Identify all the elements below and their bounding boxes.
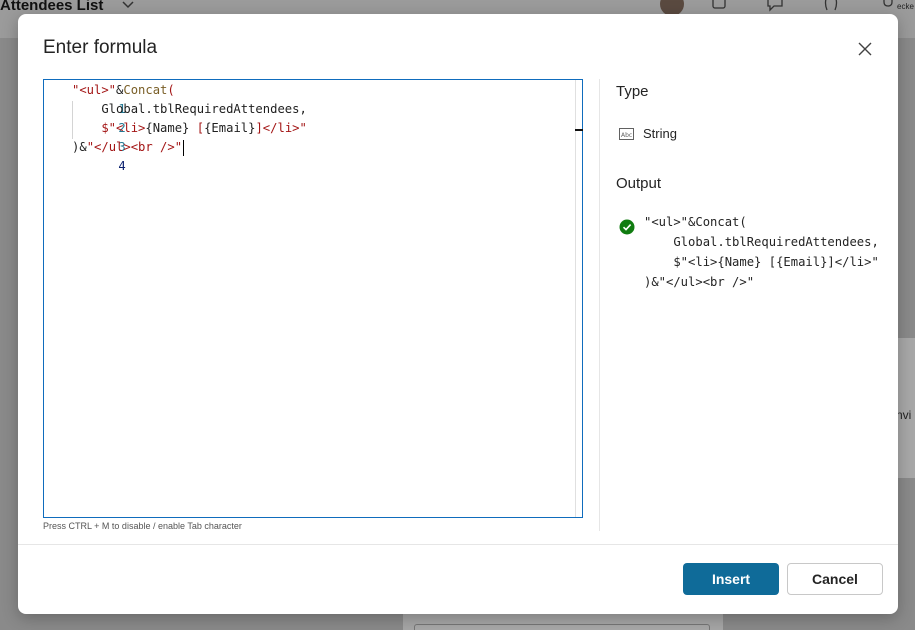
side-panel-text: nvi: [896, 408, 912, 422]
code-line: 1 "<ul>"&Concat(: [44, 81, 175, 116]
output-line: Global.tblRequiredAttendees,: [644, 235, 879, 249]
code-line: 2 Global.tblRequiredAttendees,: [44, 100, 306, 135]
dialog-title: Enter formula: [43, 37, 158, 58]
code-text: Global.tblRequiredAttendees,: [72, 102, 307, 116]
insert-button[interactable]: Insert: [683, 563, 779, 595]
code-text: )&"</ul><br />": [72, 139, 185, 156]
success-check-icon: [619, 219, 635, 235]
panel-divider: [599, 79, 600, 531]
tab-hint: Press CTRL + M to disable / enable Tab c…: [43, 521, 242, 531]
type-value: String: [643, 126, 677, 141]
output-line: "<ul>"&Concat(: [644, 215, 747, 229]
code-area[interactable]: 1 "<ul>"&Concat( 2 Global.tblRequiredAtt…: [44, 81, 307, 173]
svg-text:Abc: Abc: [621, 132, 632, 139]
chevron-down-icon[interactable]: [120, 0, 136, 12]
formula-dialog: Enter formula 1 "<ul>"&Concat( 2 Global.…: [18, 14, 898, 614]
code-line: 4 )&"</ul><br />": [44, 138, 185, 173]
output-preview: "<ul>"&Concat( Global.tblRequiredAttende…: [644, 212, 879, 292]
comment-icon[interactable]: [766, 0, 784, 12]
apps-icon[interactable]: [710, 0, 728, 12]
code-text: "<ul>"&Concat(: [72, 83, 175, 97]
background-field: [414, 624, 710, 630]
stethoscope-icon[interactable]: [880, 0, 898, 12]
string-type-icon: Abc: [619, 128, 634, 140]
text-caret: [183, 139, 185, 156]
variable-icon[interactable]: [822, 0, 840, 12]
code-text: $"<li>{Name} [{Email}]</li>": [72, 121, 307, 135]
code-line: 3 $"<li>{Name} [{Email}]</li>": [44, 119, 307, 154]
app-title[interactable]: Attendees List: [0, 0, 103, 14]
close-icon[interactable]: [856, 40, 874, 58]
line-number: 4: [118, 159, 126, 173]
footer-divider: [18, 544, 898, 545]
cancel-button[interactable]: Cancel: [787, 563, 883, 595]
formula-editor[interactable]: 1 "<ul>"&Concat( 2 Global.tblRequiredAtt…: [43, 79, 583, 518]
output-line: )&"</ul><br />": [644, 275, 755, 289]
output-label: Output: [616, 175, 662, 192]
overview-ruler-marker: [575, 129, 583, 131]
type-label: Type: [616, 83, 649, 100]
output-line: $"<li>{Name} [{Email}]</li>": [644, 255, 879, 269]
editor-scrollbar[interactable]: [575, 80, 576, 517]
user-label: ecke: [897, 2, 914, 11]
